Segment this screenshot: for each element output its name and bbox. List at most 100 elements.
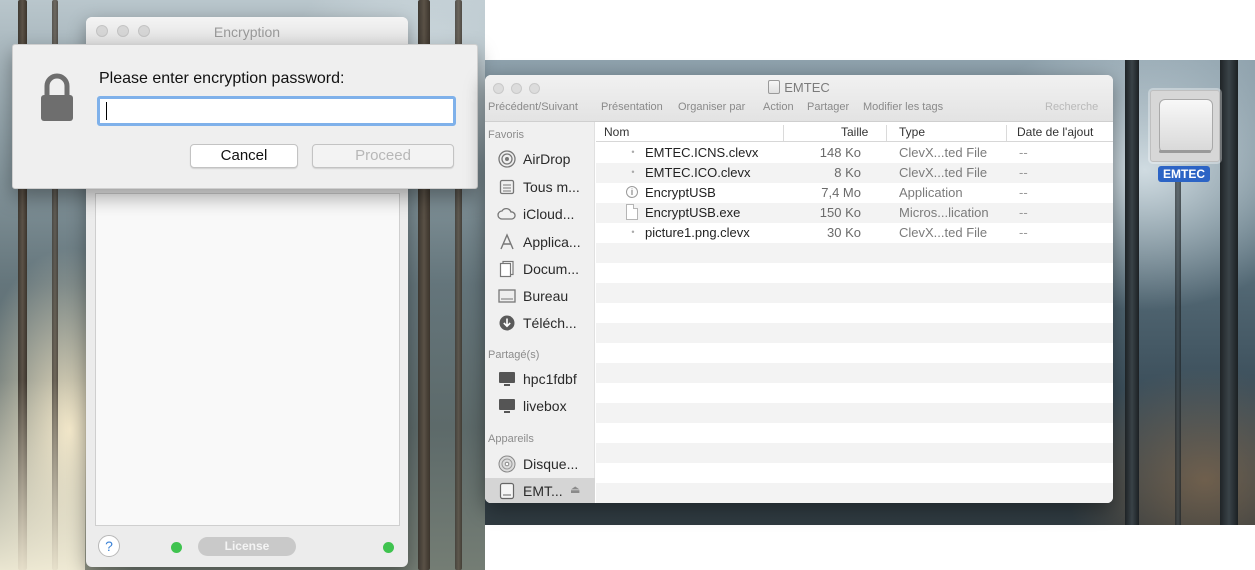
encryption-footer: ? License [86,527,408,567]
arrange-button[interactable]: Organiser par [678,101,745,113]
file-name: picture1.png.clevx [645,225,750,240]
sidebar-item-label: Bureau [523,288,569,304]
lock-icon [41,73,73,121]
sidebar-item-disc[interactable]: Disque... [485,451,595,477]
finder-titlebar: EMTEC Précédent/Suivant Présentation Org… [485,75,1113,122]
downloads-icon [497,314,517,332]
file-type: Application [899,185,963,200]
sidebar-item-all-files[interactable]: Tous m... [485,174,595,200]
help-button[interactable]: ? [98,535,120,557]
status-led-left [171,542,182,553]
column-header-size[interactable]: Taille [841,125,868,139]
column-header-date-added[interactable]: Date de l'ajout [1017,125,1093,139]
document-icon [626,204,640,221]
file-type: ClevX...ted File [899,145,988,160]
file-row[interactable]: • EMTEC.ICO.clevx 8 Ko ClevX...ted File … [596,163,1113,183]
applications-icon [497,233,517,251]
sidebar-item-airdrop[interactable]: AirDrop [485,146,595,172]
empty-row [596,443,1113,463]
encrypted-file-icon: • [631,147,635,157]
password-prompt: Please enter encryption password: [99,70,345,87]
empty-row [596,323,1113,343]
file-row[interactable]: • picture1.png.clevx 30 Ko ClevX...ted F… [596,223,1113,243]
sidebar-item-icloud[interactable]: iCloud... [485,201,595,227]
sidebar-item-label: Applica... [523,234,581,250]
proceed-button[interactable]: Proceed [312,144,454,168]
finder-toolbar: Précédent/Suivant Présentation Organiser… [488,101,1107,117]
view-button[interactable]: Présentation [601,101,663,113]
empty-row [596,363,1113,383]
file-type: ClevX...ted File [899,225,988,240]
file-row[interactable]: EncryptUSB.exe 150 Ko Micros...lication … [596,203,1113,223]
file-size: 148 Ko [819,145,861,160]
finder-window: EMTEC Précédent/Suivant Présentation Org… [485,75,1113,503]
computer-icon [497,397,517,415]
sidebar-item-label: hpc1fdbf [523,371,577,387]
column-header-name[interactable]: Nom [604,125,629,139]
encrypted-file-icon: • [631,227,635,237]
desktop-drive-label[interactable]: EMTEC [1158,166,1210,182]
file-size: 150 Ko [819,205,861,220]
sidebar-item-label: iCloud... [523,206,575,222]
sidebar-item-livebox[interactable]: livebox [485,393,595,419]
list-header: Nom Taille Type Date de l'ajout [596,122,1113,142]
application-icon: i [626,184,640,201]
back-forward-button[interactable]: Précédent/Suivant [488,101,578,113]
airdrop-icon [497,150,517,168]
finder-title-text: EMTEC [784,80,830,95]
empty-row [596,243,1113,263]
sidebar-item-applications[interactable]: Applica... [485,229,595,255]
license-button[interactable]: License [198,537,296,556]
documents-icon [497,260,517,278]
file-date-added: -- [1019,145,1028,160]
external-drive-icon[interactable] [1150,90,1220,162]
sidebar-item-label: Téléch... [523,315,577,331]
search-field[interactable]: Recherche [1045,101,1098,113]
drive-icon [768,80,781,94]
file-date-added: -- [1019,205,1028,220]
share-button[interactable]: Partager [807,101,849,113]
edit-tags-button[interactable]: Modifier les tags [863,101,943,113]
encryption-content-area [95,193,400,526]
desktop-icon [497,287,517,305]
file-size: 30 Ko [827,225,861,240]
encrypted-file-icon: • [631,167,635,177]
file-name: EncryptUSB [645,185,716,200]
column-header-type[interactable]: Type [899,125,925,139]
file-list: Nom Taille Type Date de l'ajout • EMTEC.… [596,122,1113,503]
file-name: EMTEC.ICNS.clevx [645,145,759,160]
text-caret [106,102,107,120]
sidebar-item-label: AirDrop [523,151,571,167]
empty-row [596,283,1113,303]
sidebar-item-documents[interactable]: Docum... [485,256,595,282]
sidebar-section-shared: Partagé(s) [488,349,540,361]
file-row[interactable]: • EMTEC.ICNS.clevx 148 Ko ClevX...ted Fi… [596,143,1113,163]
sidebar-section-devices: Appareils [488,433,534,445]
sidebar-item-label: Docum... [523,261,580,277]
disc-icon [497,455,517,473]
sidebar-item-emtec[interactable]: EMT... ⏏ [485,478,595,503]
sidebar-item-desktop[interactable]: Bureau [485,283,595,309]
all-files-icon [497,178,517,196]
action-button[interactable]: Action [763,101,794,113]
finder-title: EMTEC [485,80,1113,95]
file-row[interactable]: i EncryptUSB 7,4 Mo Application -- [596,183,1113,203]
file-rows: • EMTEC.ICNS.clevx 148 Ko ClevX...ted Fi… [596,143,1113,503]
finder-sidebar: Favoris AirDrop Tous m... iCloud... Appl… [485,122,595,503]
file-type: ClevX...ted File [899,165,988,180]
sidebar-item-hpc1fdbf[interactable]: hpc1fdbf [485,366,595,392]
empty-row [596,483,1113,503]
eject-icon[interactable]: ⏏ [570,483,580,496]
password-input[interactable] [97,96,456,126]
external-drive-icon [497,482,517,500]
sidebar-item-label: Tous m... [523,179,580,195]
empty-row [596,403,1113,423]
cancel-button[interactable]: Cancel [190,144,298,168]
sidebar-item-downloads[interactable]: Téléch... [485,310,595,336]
file-size: 8 Ko [834,165,861,180]
status-led-right [383,542,394,553]
sidebar-item-label: livebox [523,398,567,414]
file-name: EMTEC.ICO.clevx [645,165,751,180]
file-size: 7,4 Mo [821,185,861,200]
file-name: EncryptUSB.exe [645,205,741,220]
